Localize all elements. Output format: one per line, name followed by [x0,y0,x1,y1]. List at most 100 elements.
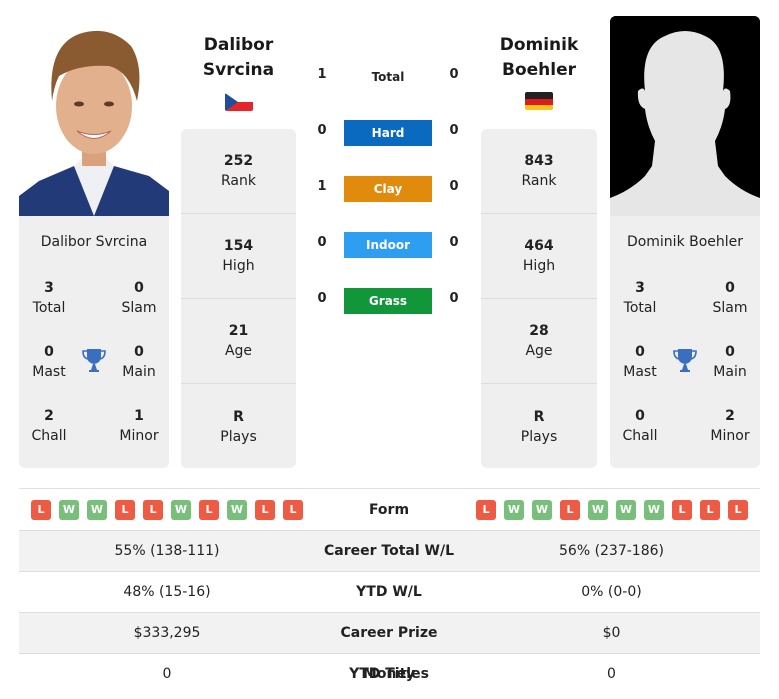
h2h-grass-right: 0 [449,291,459,306]
row-label: Career Total W/L [324,543,454,559]
left-titles-slam: 0 Slam [109,278,169,318]
form-loss-badge: L [476,500,496,520]
left-player-photo [19,16,169,216]
germany-flag-icon [525,92,553,110]
form-win-badge: W [87,500,107,520]
rank-label: Rank [221,173,256,189]
form-win-badge: W [532,500,552,520]
form-loss-badge: L [115,500,135,520]
trophy-icon [82,347,106,373]
h2h-grass-left: 0 [317,291,327,306]
high-label: High [222,258,255,274]
left-value: 55% (138-111) [114,543,220,559]
right-player-stats-card: 843 Rank 464 High 28 Age R Plays [481,129,597,468]
h2h-indoor-left: 0 [317,235,327,250]
form-win-badge: W [588,500,608,520]
right-titles-mast: 0 Mast [610,342,670,382]
slam-label: Slam [712,300,748,316]
comparison-row-career-total-wl: 55% (138-111) Career Total W/L 56% (237-… [19,530,760,571]
total-label: Total [623,300,657,316]
right-titles-minor: 2 Minor [700,406,760,446]
right-rank-cell: 843 Rank [481,129,597,214]
right-player-last-name: Boehler [501,60,576,80]
right-titles-main: 0 Main [700,342,760,382]
right-titles-card: Dominik Boehler 3 Total 0 Slam 0 Mast 0 … [610,216,760,468]
form-loss-badge: L [199,500,219,520]
right-player-first-name: Dominik [499,35,579,55]
form-loss-badge: L [143,500,163,520]
right-titles-slam: 0 Slam [700,278,760,318]
right-player-full-name[interactable]: Dominik Boehler [610,234,760,250]
surface-indoor-badge: Indoor [344,232,432,258]
form-loss-badge: L [728,500,748,520]
comparison-row-career-prize-money: $333,295 Career Prize Money $0 [19,612,760,682]
left-titles-card: Dalibor Svrcina 3 Total 0 Slam 0 Mast 0 … [19,216,169,468]
left-high-value: 154 [223,238,254,254]
left-titles-mast: 0 Mast [19,342,79,382]
form-win-badge: W [59,500,79,520]
form-loss-badge: L [255,500,275,520]
right-player-name[interactable]: Dominik Boehler [481,33,597,83]
right-player-photo-placeholder [610,16,760,216]
right-plays-value: R [533,408,545,425]
row-label: YTD W/L [356,584,422,600]
right-titles-mast-value: 0 [635,344,645,360]
right-titles-total: 3 Total [610,278,670,318]
right-value: $0 [602,625,621,641]
left-value: 0 [162,666,172,682]
left-rank-value: 252 [223,153,254,169]
right-titles-slam-value: 0 [725,280,735,296]
form-label: Form [368,502,410,518]
form-loss-badge: L [283,500,303,520]
slam-label: Slam [121,300,157,316]
rank-label: Rank [521,173,557,189]
h2h-indoor-right: 0 [449,235,459,250]
right-titles-chall: 0 Chall [610,406,670,446]
main-label: Main [122,364,156,380]
right-rank-value: 843 [524,153,554,169]
form-win-badge: W [171,500,191,520]
form-win-badge: W [504,500,524,520]
main-label: Main [713,364,747,380]
form-row: LWWLLWLWLL Form LWWLWWWLLL [19,488,760,530]
left-player-stats-card: 252 Rank 154 High 21 Age R Plays [181,129,296,468]
plays-label: Plays [520,428,558,445]
right-value: 0% (0-0) [581,584,642,600]
czech-republic-flag-icon [225,93,253,111]
left-titles-main-value: 0 [134,344,144,360]
left-high-cell: 154 High [181,214,296,299]
h2h-hard-right: 0 [449,123,459,138]
right-titles-total-value: 3 [635,280,645,296]
left-titles-chall: 2 Chall [19,406,79,446]
right-age-cell: 28 Age [481,299,597,384]
left-plays-cell: R Plays [181,384,296,469]
form-win-badge: W [227,500,247,520]
comparison-row-ytd-wl: 48% (15-16) YTD W/L 0% (0-0) [19,571,760,612]
right-titles-main-value: 0 [725,344,735,360]
left-titles-slam-value: 0 [134,280,144,296]
total-label: Total [32,300,66,316]
left-player-full-name[interactable]: Dalibor Svrcina [19,234,169,250]
h2h-total-label: Total [371,70,405,84]
right-value: 56% (237-186) [559,543,664,559]
left-rank-cell: 252 Rank [181,129,296,214]
h2h-clay-left: 1 [317,179,327,194]
minor-label: Minor [119,428,159,444]
form-loss-badge: L [700,500,720,520]
left-age-cell: 21 Age [181,299,296,384]
trophy-icon [673,347,697,373]
mast-label: Mast [623,364,657,380]
left-player-name[interactable]: Dalibor Svrcina [181,33,296,83]
left-titles-mast-value: 0 [44,344,54,360]
surface-grass-badge: Grass [344,288,432,314]
plays-label: Plays [220,428,257,445]
h2h-total-left: 1 [317,67,327,82]
right-age-value: 28 [529,323,549,339]
age-label: Age [525,343,553,359]
row-label: Career Prize Money [340,625,438,682]
right-high-value: 464 [524,238,554,254]
surface-hard-badge: Hard [344,120,432,146]
form-loss-badge: L [560,500,580,520]
right-value: 0 [607,666,616,682]
high-label: High [522,258,556,274]
